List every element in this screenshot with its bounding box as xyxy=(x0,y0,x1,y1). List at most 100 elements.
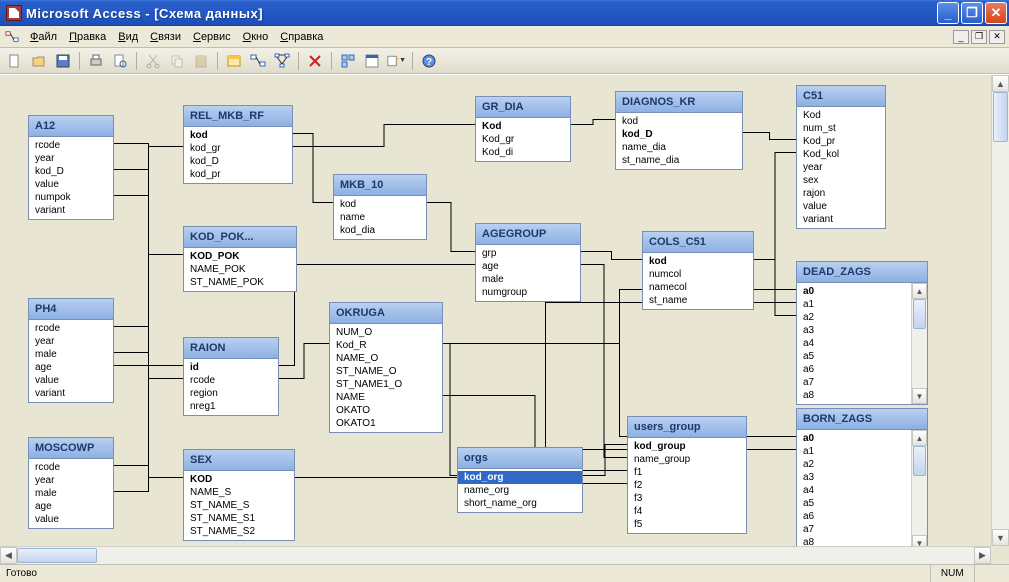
table-a12[interactable]: A12rcodeyearkod_Dvaluenumpokvariant xyxy=(28,115,114,220)
table-field[interactable]: male xyxy=(476,273,580,286)
table-field[interactable]: name_org xyxy=(458,484,582,497)
table-field[interactable]: a7 xyxy=(797,523,911,536)
horizontal-scrollbar[interactable]: ◀ ▶ xyxy=(0,546,991,564)
vertical-scrollbar[interactable]: ▲ ▼ xyxy=(991,75,1009,546)
scroll-down-icon[interactable]: ▼ xyxy=(992,529,1009,546)
scroll-up-icon[interactable]: ▲ xyxy=(992,75,1009,92)
table-field[interactable]: Kod_di xyxy=(476,146,570,159)
menu-сервис[interactable]: Сервис xyxy=(187,29,237,45)
table-field[interactable]: region xyxy=(184,387,278,400)
table-field[interactable]: a4 xyxy=(797,484,911,497)
table-field[interactable]: num_st xyxy=(797,122,885,135)
scroll-left-icon[interactable]: ◀ xyxy=(0,547,17,564)
table-field[interactable]: a8 xyxy=(797,389,911,402)
table-field[interactable]: kod_D xyxy=(29,165,113,178)
table-agegroup[interactable]: AGEGROUPgrpagemalenumgroup xyxy=(475,223,581,302)
table-field[interactable]: value xyxy=(29,513,113,526)
table-header[interactable]: RAION xyxy=(184,338,278,359)
table-field[interactable]: kod_dia xyxy=(334,224,426,237)
mdi-close-button[interactable]: ✕ xyxy=(989,30,1005,44)
table-field[interactable]: NAME xyxy=(330,391,442,404)
menu-связи[interactable]: Связи xyxy=(144,29,187,45)
table-field[interactable]: rcode xyxy=(29,322,113,335)
table-c51[interactable]: C51Kodnum_stKod_prKod_kolyearsexrajonval… xyxy=(796,85,886,229)
table-field[interactable]: value xyxy=(797,200,885,213)
table-field[interactable]: a6 xyxy=(797,363,911,376)
table-gr_dia[interactable]: GR_DIAKodKod_grKod_di xyxy=(475,96,571,162)
table-field[interactable]: year xyxy=(29,474,113,487)
table-field[interactable]: NUM_O xyxy=(330,326,442,339)
table-rel_mkb_rf[interactable]: REL_MKB_RFkodkod_grkod_Dkod_pr xyxy=(183,105,293,184)
print-preview-icon[interactable] xyxy=(109,50,131,72)
table-header[interactable]: C51 xyxy=(797,86,885,107)
cut-icon[interactable] xyxy=(142,50,164,72)
table-field[interactable]: kod_D xyxy=(616,128,742,141)
table-field[interactable]: f1 xyxy=(628,466,746,479)
table-field[interactable]: rcode xyxy=(29,461,113,474)
table-field[interactable]: Kod_gr xyxy=(476,133,570,146)
table-header[interactable]: SEX xyxy=(184,450,294,471)
table-field[interactable]: rcode xyxy=(29,139,113,152)
table-field[interactable]: a3 xyxy=(797,471,911,484)
table-header[interactable]: PH4 xyxy=(29,299,113,320)
table-field[interactable]: st_name_dia xyxy=(616,154,742,167)
table-field[interactable]: KOD xyxy=(184,473,294,486)
table-field[interactable]: numcol xyxy=(643,268,753,281)
table-field[interactable]: short_name_org xyxy=(458,497,582,510)
table-diagnos_kr[interactable]: DIAGNOS_KRkodkod_Dname_diast_name_dia xyxy=(615,91,743,170)
table-field[interactable]: numgroup xyxy=(476,286,580,299)
table-field[interactable]: f4 xyxy=(628,505,746,518)
help-icon[interactable]: ? xyxy=(418,50,440,72)
table-field[interactable]: name_group xyxy=(628,453,746,466)
table-header[interactable]: orgs xyxy=(458,448,582,469)
table-field[interactable]: a5 xyxy=(797,497,911,510)
table-field[interactable]: variant xyxy=(29,387,113,400)
table-field[interactable]: year xyxy=(29,152,113,165)
table-users_group[interactable]: users_groupkod_groupname_groupf1f2f3f4f5 xyxy=(627,416,747,534)
table-field[interactable]: male xyxy=(29,348,113,361)
menu-файл[interactable]: Файл xyxy=(24,29,63,45)
table-scrollbar[interactable]: ▲▼ xyxy=(911,430,927,546)
save-icon[interactable] xyxy=(52,50,74,72)
table-field[interactable]: kod_gr xyxy=(184,142,292,155)
table-header[interactable]: users_group xyxy=(628,417,746,438)
table-field[interactable]: OKATO xyxy=(330,404,442,417)
table-field[interactable]: ST_NAME_O xyxy=(330,365,442,378)
table-field[interactable]: a1 xyxy=(797,298,911,311)
table-header[interactable]: MOSCOWP xyxy=(29,438,113,459)
table-moscowp[interactable]: MOSCOWPrcodeyearmaleagevalue xyxy=(28,437,114,529)
table-field[interactable]: rajon xyxy=(797,187,885,200)
table-field[interactable]: year xyxy=(29,335,113,348)
maximize-button[interactable]: ❐ xyxy=(961,2,983,24)
table-field[interactable]: id xyxy=(184,361,278,374)
table-header[interactable]: BORN_ZAGS xyxy=(797,409,927,430)
table-field[interactable]: KOD_POK xyxy=(184,250,296,263)
table-field[interactable]: age xyxy=(29,500,113,513)
table-field[interactable]: value xyxy=(29,178,113,191)
table-field[interactable]: a3 xyxy=(797,324,911,337)
table-field[interactable]: kod xyxy=(184,129,292,142)
table-sex[interactable]: SEXKODNAME_SST_NAME_SST_NAME_S1ST_NAME_S… xyxy=(183,449,295,541)
table-field[interactable]: Kod xyxy=(476,120,570,133)
table-header[interactable]: COLS_C51 xyxy=(643,232,753,253)
table-field[interactable]: OKATO1 xyxy=(330,417,442,430)
table-header[interactable]: OKRUGA xyxy=(330,303,442,324)
table-field[interactable]: kod xyxy=(616,115,742,128)
database-window-icon[interactable] xyxy=(361,50,383,72)
menu-правка[interactable]: Правка xyxy=(63,29,112,45)
table-field[interactable]: age xyxy=(476,260,580,273)
table-mkb_10[interactable]: MKB_10kodnamekod_dia xyxy=(333,174,427,240)
scroll-thumb[interactable] xyxy=(17,548,97,563)
delete-icon[interactable] xyxy=(304,50,326,72)
table-header[interactable]: A12 xyxy=(29,116,113,137)
table-field[interactable]: sex xyxy=(797,174,885,187)
table-orgs[interactable]: orgskod_orgname_orgshort_name_org xyxy=(457,447,583,513)
table-field[interactable]: kod_group xyxy=(628,440,746,453)
table-field[interactable]: kod_D xyxy=(184,155,292,168)
table-field[interactable]: ST_NAME1_O xyxy=(330,378,442,391)
table-field[interactable]: a0 xyxy=(797,285,911,298)
table-field[interactable]: variant xyxy=(797,213,885,226)
open-icon[interactable] xyxy=(28,50,50,72)
table-field[interactable]: value xyxy=(29,374,113,387)
table-field[interactable]: name_dia xyxy=(616,141,742,154)
